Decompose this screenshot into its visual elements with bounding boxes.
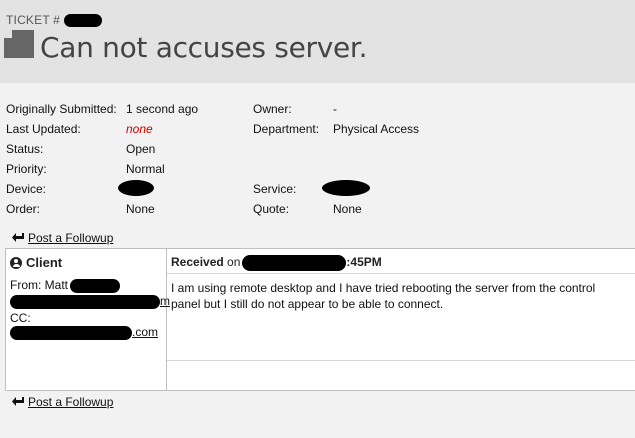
post-followup-link[interactable]: Post a Followup <box>28 231 113 245</box>
status-value: Open <box>126 142 156 156</box>
last-updated-value: none <box>126 122 153 136</box>
from-line: From: Matt <box>10 278 121 293</box>
from-email[interactable]: m <box>10 294 170 309</box>
device-value-redacted <box>118 180 154 196</box>
client-heading-label: Client <box>26 255 63 270</box>
redacted-ticket-id <box>64 14 103 28</box>
redacted-date <box>242 255 347 271</box>
owner-label: Owner: <box>253 102 292 116</box>
received-on: on <box>227 255 241 270</box>
owner-value: - <box>333 102 337 116</box>
quote-value: None <box>333 202 362 216</box>
service-label: Service: <box>253 182 297 196</box>
post-followup-top[interactable]: Post a Followup <box>12 231 113 245</box>
redacted-email <box>10 294 160 309</box>
user-icon <box>10 256 22 269</box>
ticket-prefix: TICKET # <box>6 13 61 27</box>
order-label: Order: <box>6 202 41 216</box>
received-label: Received <box>171 255 224 270</box>
department-label: Department: <box>253 122 320 136</box>
reply-arrow-icon <box>12 396 24 406</box>
redacted-cc-email <box>10 325 132 340</box>
cc-email[interactable]: .com <box>10 325 158 340</box>
quote-label: Quote: <box>253 202 290 216</box>
ticket-header: TICKET # Can not accuses server. <box>0 0 635 83</box>
document-icon <box>4 30 34 58</box>
post-author-panel: Client From: Matt m CC: .com <box>6 249 170 390</box>
cc-label: CC: <box>10 311 31 325</box>
device-label: Device: <box>6 182 47 196</box>
ticket-title: Can not accuses server. <box>40 31 368 64</box>
cc-email-tail[interactable]: .com <box>132 325 158 339</box>
redacted-name <box>70 278 121 293</box>
post-message-panel: Received on :45PM I am using remote deskt… <box>167 249 635 390</box>
post-message-body: I am using remote desktop and I have tri… <box>171 281 596 311</box>
post-followup-link[interactable]: Post a Followup <box>28 395 113 409</box>
service-value-redacted <box>322 180 370 196</box>
originally-submitted-value: 1 second ago <box>126 102 199 116</box>
status-label: Status: <box>6 142 44 156</box>
priority-label: Priority: <box>6 162 47 176</box>
last-updated-label: Last Updated: <box>6 122 81 136</box>
originally-submitted-label: Originally Submitted: <box>6 102 117 116</box>
ticket-number: TICKET # <box>6 13 103 28</box>
received-time: :45PM <box>346 255 382 270</box>
priority-value: Normal <box>126 162 165 176</box>
department-value: Physical Access <box>333 122 420 136</box>
client-heading: Client <box>10 255 62 270</box>
reply-arrow-icon <box>12 232 24 242</box>
from-label: From: Matt <box>10 278 69 292</box>
post-received-line: Received on :45PM <box>167 249 635 274</box>
post-followup-bottom[interactable]: Post a Followup <box>12 395 113 409</box>
ticket-post: Client From: Matt m CC: .com Received on… <box>5 248 635 391</box>
post-divider <box>167 360 635 361</box>
order-value: None <box>126 202 155 216</box>
